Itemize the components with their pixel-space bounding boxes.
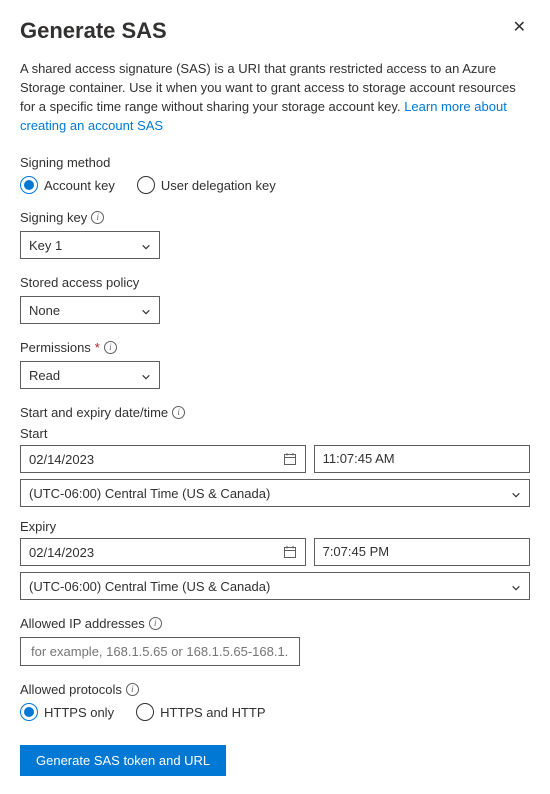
radio-label: Account key: [44, 178, 115, 193]
protocol-https-and-http[interactable]: HTTPS and HTTP: [136, 703, 265, 721]
chevron-down-icon: [141, 370, 151, 380]
stored-access-policy-select[interactable]: None: [20, 296, 160, 324]
radio-label: HTTPS only: [44, 705, 114, 720]
calendar-icon: [283, 452, 297, 466]
permissions-label: Permissions: [20, 340, 91, 355]
start-label: Start: [20, 426, 530, 441]
calendar-icon: [283, 545, 297, 559]
allowed-ip-label: Allowed IP addresses: [20, 616, 145, 631]
radio-unselected-icon: [137, 176, 155, 194]
required-asterisk: *: [95, 340, 100, 355]
protocol-https-only[interactable]: HTTPS only: [20, 703, 114, 721]
permissions-select[interactable]: Read: [20, 361, 160, 389]
radio-unselected-icon: [136, 703, 154, 721]
signing-method-label: Signing method: [20, 155, 530, 170]
radio-label: User delegation key: [161, 178, 276, 193]
generate-sas-button[interactable]: Generate SAS token and URL: [20, 745, 226, 776]
allowed-protocols-label: Allowed protocols: [20, 682, 122, 697]
radio-label: HTTPS and HTTP: [160, 705, 265, 720]
expiry-time-value: 7:07:45 PM: [323, 544, 390, 559]
expiry-tz-select[interactable]: (UTC-06:00) Central Time (US & Canada): [20, 572, 530, 600]
close-button[interactable]: ✕: [509, 18, 530, 38]
signing-method-user-delegation[interactable]: User delegation key: [137, 176, 276, 194]
description: A shared access signature (SAS) is a URI…: [20, 60, 530, 135]
chevron-down-icon: [511, 488, 521, 498]
start-date-value: 02/14/2023: [29, 452, 94, 467]
expiry-date-value: 02/14/2023: [29, 545, 94, 560]
permissions-value: Read: [29, 368, 60, 383]
radio-selected-icon: [20, 176, 38, 194]
info-icon[interactable]: i: [91, 211, 104, 224]
expiry-tz-value: (UTC-06:00) Central Time (US & Canada): [29, 579, 270, 594]
chevron-down-icon: [141, 305, 151, 315]
start-tz-value: (UTC-06:00) Central Time (US & Canada): [29, 486, 270, 501]
start-date-input[interactable]: 02/14/2023: [20, 445, 306, 473]
stored-access-policy-value: None: [29, 303, 60, 318]
start-time-input[interactable]: 11:07:45 AM: [314, 445, 530, 473]
signing-key-value: Key 1: [29, 238, 62, 253]
allowed-ip-input[interactable]: [29, 643, 291, 660]
allowed-ip-input-wrap[interactable]: [20, 637, 300, 666]
signing-key-label: Signing key: [20, 210, 87, 225]
expiry-label: Expiry: [20, 519, 530, 534]
stored-access-policy-label: Stored access policy: [20, 275, 139, 290]
panel-title: Generate SAS: [20, 18, 167, 44]
info-icon[interactable]: i: [104, 341, 117, 354]
radio-selected-icon: [20, 703, 38, 721]
start-tz-select[interactable]: (UTC-06:00) Central Time (US & Canada): [20, 479, 530, 507]
start-time-value: 11:07:45 AM: [323, 451, 395, 466]
signing-key-select[interactable]: Key 1: [20, 231, 160, 259]
expiry-date-input[interactable]: 02/14/2023: [20, 538, 306, 566]
expiry-time-input[interactable]: 7:07:45 PM: [314, 538, 530, 566]
close-icon: ✕: [513, 19, 526, 36]
date-section-label: Start and expiry date/time: [20, 405, 168, 420]
chevron-down-icon: [511, 581, 521, 591]
info-icon[interactable]: i: [126, 683, 139, 696]
chevron-down-icon: [141, 240, 151, 250]
info-icon[interactable]: i: [149, 617, 162, 630]
signing-method-account-key[interactable]: Account key: [20, 176, 115, 194]
info-icon[interactable]: i: [172, 406, 185, 419]
